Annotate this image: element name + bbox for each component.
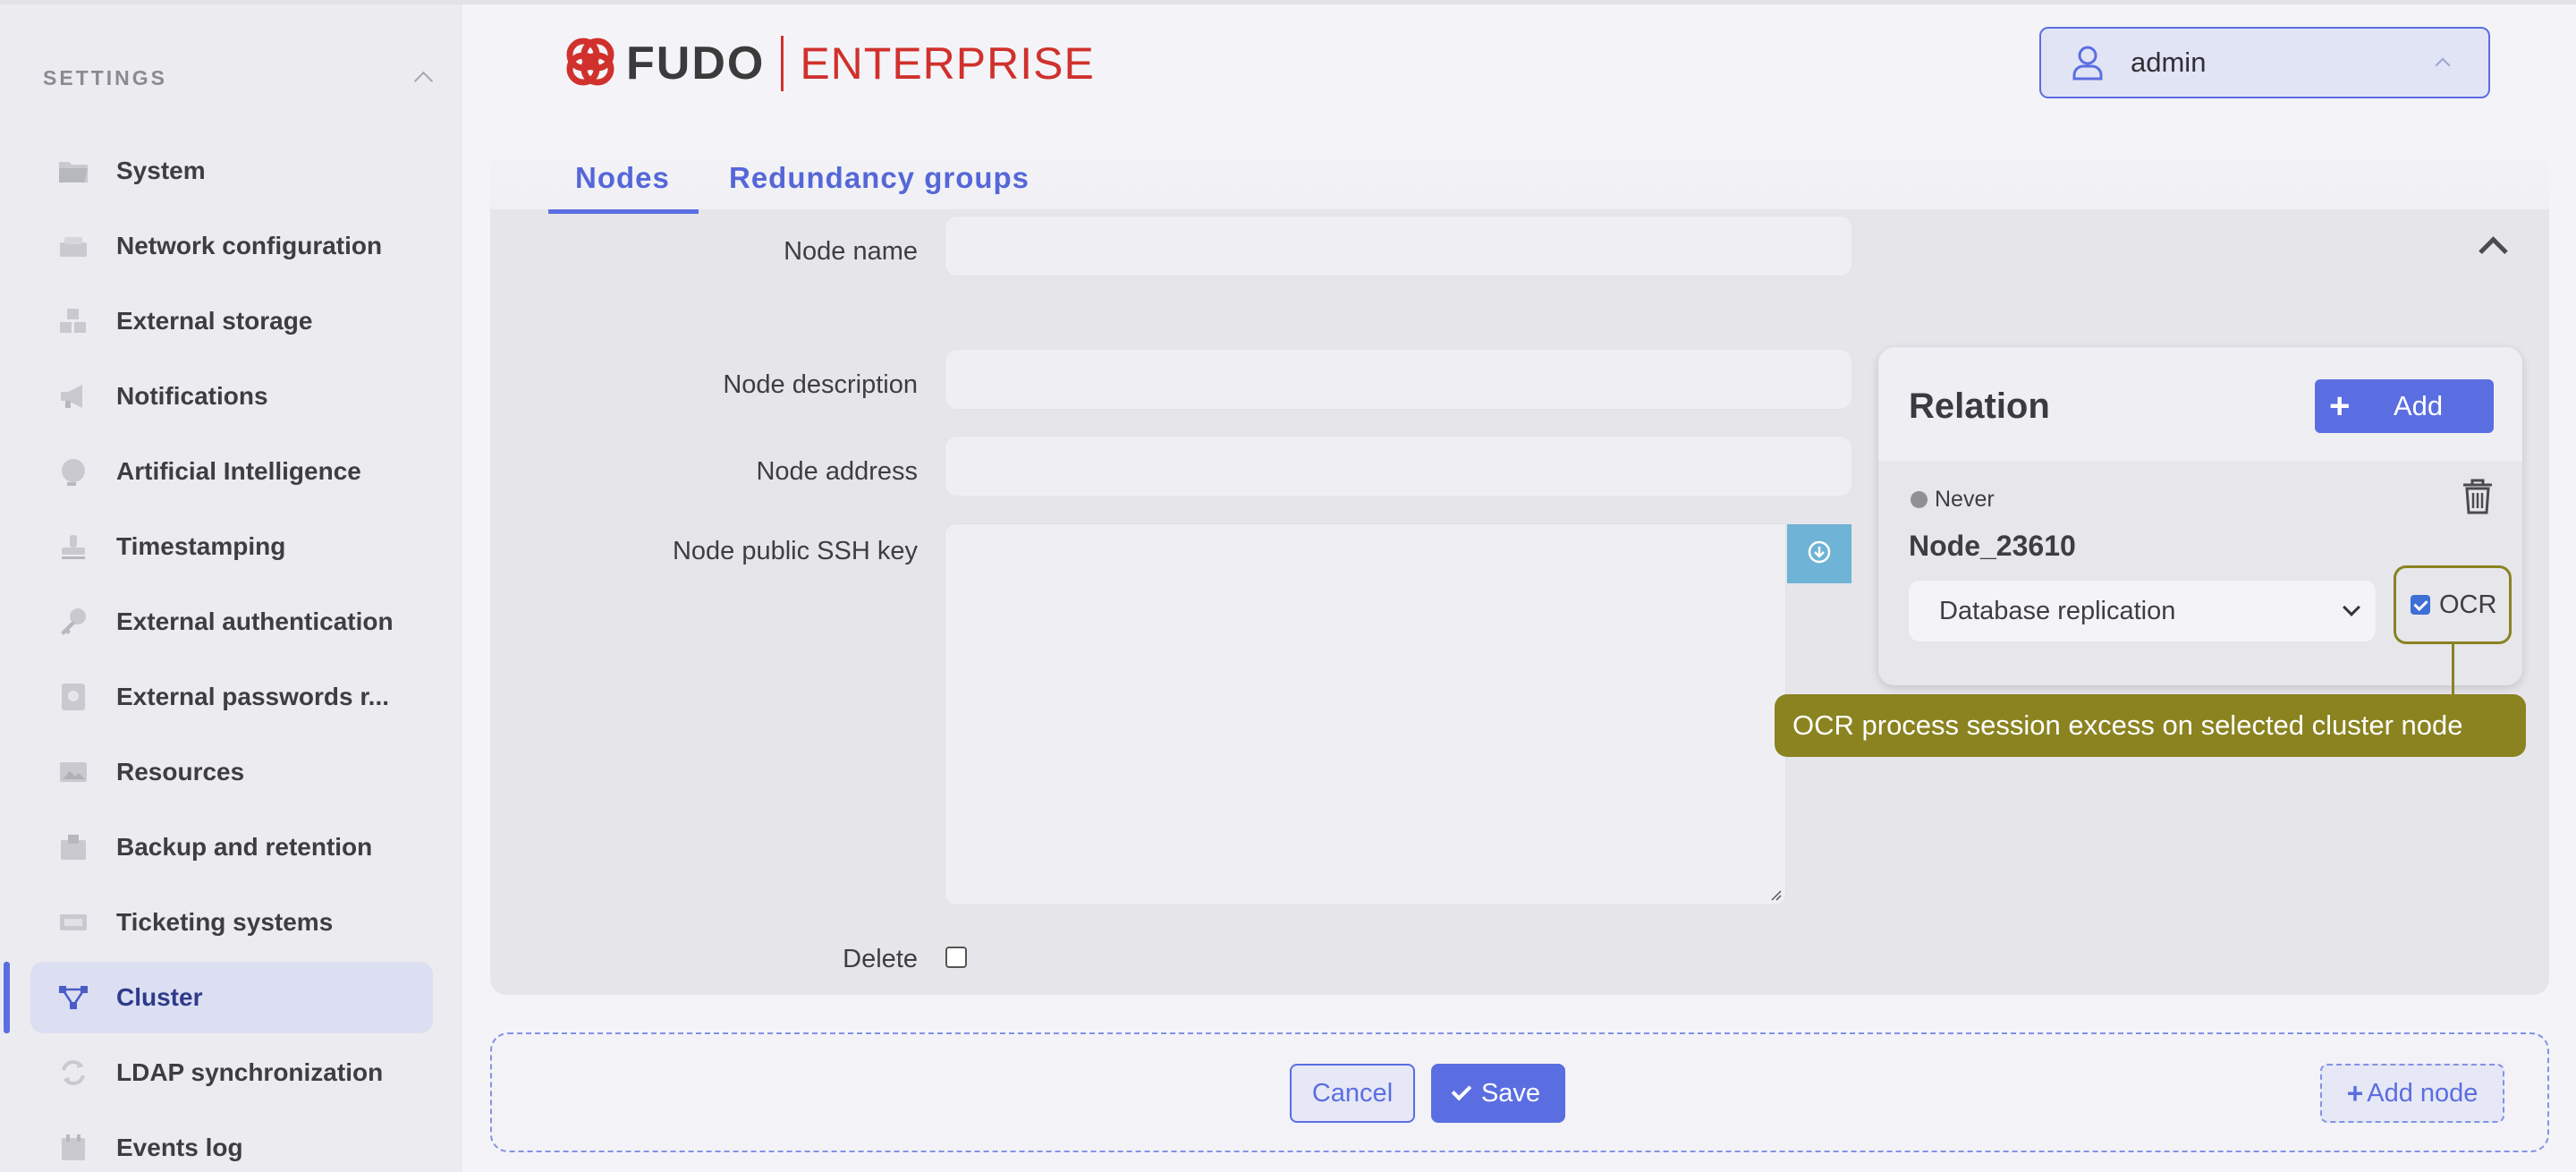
- node-description-input[interactable]: [945, 349, 1852, 410]
- sidebar-item-resources[interactable]: Resources: [30, 736, 433, 808]
- sidebar-item-external-storage[interactable]: External storage: [30, 285, 433, 357]
- sidebar-item-label: Ticketing systems: [116, 908, 334, 936]
- sidebar-item-label: External storage: [116, 307, 313, 335]
- sidebar-item-label: Network configuration: [116, 232, 383, 259]
- key-icon: [57, 606, 89, 638]
- sidebar-item-label: Events log: [116, 1134, 243, 1161]
- ocr-callout-tooltip: OCR process session excess on selected c…: [1775, 694, 2526, 757]
- sidebar-item-label: Timestamping: [116, 532, 286, 560]
- tab-nodes[interactable]: Nodes: [575, 161, 670, 195]
- download-icon: [1808, 540, 1831, 568]
- add-node-button[interactable]: + Add node: [2320, 1064, 2504, 1123]
- delete-label: Delete: [843, 945, 918, 973]
- sidebar-item-timestamping[interactable]: Timestamping: [30, 511, 433, 582]
- active-indicator: [4, 962, 10, 1033]
- brain-icon: [57, 455, 89, 488]
- megaphone-icon: [57, 380, 89, 412]
- node-address-input[interactable]: [945, 436, 1852, 497]
- trash-icon[interactable]: [2462, 478, 2494, 515]
- stamp-icon: [57, 531, 89, 563]
- ocr-highlight: OCR: [2394, 565, 2512, 644]
- delete-checkbox[interactable]: [945, 947, 967, 968]
- status-text: Never: [1935, 487, 1995, 512]
- logo-edition: ENTERPRISE: [800, 38, 1095, 89]
- node-address-label: Node address: [756, 457, 918, 486]
- chevron-down-icon: [2338, 598, 2365, 624]
- sidebar-item-notifications[interactable]: Notifications: [30, 361, 433, 432]
- relation-status: Never: [1911, 487, 1995, 513]
- ssh-key-label: Node public SSH key: [672, 537, 918, 565]
- node-description-label: Node description: [723, 370, 918, 399]
- logo-mark-icon: [564, 35, 617, 93]
- add-relation-button[interactable]: + Add: [2315, 379, 2494, 433]
- cluster-icon: [57, 981, 89, 1014]
- user-name: admin: [2131, 47, 2207, 78]
- sidebar: SETTINGS System Network configuration Ex…: [0, 4, 462, 1172]
- callout-connector: [2452, 644, 2454, 694]
- relation-type-select[interactable]: Database replication: [1909, 581, 2376, 641]
- active-tab-underline: [548, 209, 699, 214]
- relation-title: Relation: [1909, 386, 2050, 426]
- settings-section-header[interactable]: SETTINGS: [43, 60, 436, 96]
- resize-handle-icon[interactable]: [1769, 888, 1782, 901]
- collapse-chevron-icon[interactable]: [2474, 230, 2513, 257]
- sidebar-item-external-authentication[interactable]: External authentication: [30, 586, 433, 658]
- add-node-label: Add node: [2367, 1078, 2479, 1108]
- sidebar-item-ticketing-systems[interactable]: Ticketing systems: [30, 887, 433, 958]
- ticket-icon: [57, 906, 89, 938]
- save-button[interactable]: Save: [1431, 1064, 1565, 1123]
- sidebar-item-cluster[interactable]: Cluster: [30, 962, 433, 1033]
- chevron-up-icon[interactable]: [410, 67, 436, 89]
- sidebar-item-label: External authentication: [116, 607, 394, 635]
- storage-icon: [57, 305, 89, 337]
- logo-divider: [781, 36, 784, 91]
- image-icon: [57, 756, 89, 788]
- sidebar-item-events-log[interactable]: Events log: [30, 1112, 433, 1172]
- sidebar-item-label: Cluster: [116, 983, 203, 1011]
- folder-icon: [57, 155, 89, 187]
- plus-icon: +: [2346, 1076, 2364, 1109]
- calendar-icon: [57, 1132, 89, 1164]
- sidebar-item-label: LDAP synchronization: [116, 1058, 384, 1086]
- download-key-button[interactable]: [1787, 524, 1852, 583]
- sidebar-item-label: Artificial Intelligence: [116, 457, 361, 485]
- user-menu[interactable]: admin: [2039, 27, 2490, 98]
- sidebar-item-label: System: [116, 157, 206, 184]
- save-label: Save: [1480, 1078, 1541, 1108]
- check-icon: [1451, 1080, 1472, 1101]
- ocr-label: OCR: [2439, 590, 2497, 619]
- cancel-button[interactable]: Cancel: [1290, 1064, 1415, 1123]
- sidebar-item-label: Notifications: [116, 382, 268, 410]
- relation-type-value: Database replication: [1939, 596, 2176, 625]
- fudo-logo[interactable]: FUDO ENTERPRISE: [564, 34, 1095, 93]
- password-vault-icon: [57, 681, 89, 713]
- settings-section-title: SETTINGS: [43, 65, 168, 89]
- node-name-input[interactable]: [945, 216, 1852, 276]
- plus-icon: +: [2329, 386, 2351, 426]
- sidebar-item-backup-and-retention[interactable]: Backup and retention: [30, 811, 433, 883]
- sidebar-item-ldap-synchronization[interactable]: LDAP synchronization: [30, 1037, 433, 1108]
- sidebar-item-external-passwords[interactable]: External passwords r...: [30, 661, 433, 733]
- chevron-up-icon: [2426, 52, 2462, 73]
- sync-icon: [57, 1057, 89, 1089]
- add-relation-label: Add: [2394, 390, 2444, 421]
- sidebar-item-artificial-intelligence[interactable]: Artificial Intelligence: [30, 436, 433, 507]
- sidebar-item-system[interactable]: System: [30, 135, 433, 207]
- sidebar-item-label: Backup and retention: [116, 833, 373, 861]
- status-dot-icon: [1911, 491, 1928, 508]
- sidebar-item-label: External passwords r...: [116, 683, 390, 710]
- relation-node-name: Node_23610: [1909, 530, 2076, 562]
- ssh-key-textarea[interactable]: [945, 523, 1786, 905]
- user-icon: [2072, 45, 2104, 81]
- node-name-label: Node name: [784, 237, 918, 266]
- network-icon: [57, 230, 89, 262]
- logo-brand: FUDO: [626, 38, 766, 89]
- sidebar-item-label: Resources: [116, 758, 245, 786]
- sidebar-item-network-configuration[interactable]: Network configuration: [30, 210, 433, 282]
- backup-icon: [57, 831, 89, 863]
- ocr-checkbox[interactable]: [2411, 595, 2430, 615]
- tab-redundancy-groups[interactable]: Redundancy groups: [729, 161, 1030, 195]
